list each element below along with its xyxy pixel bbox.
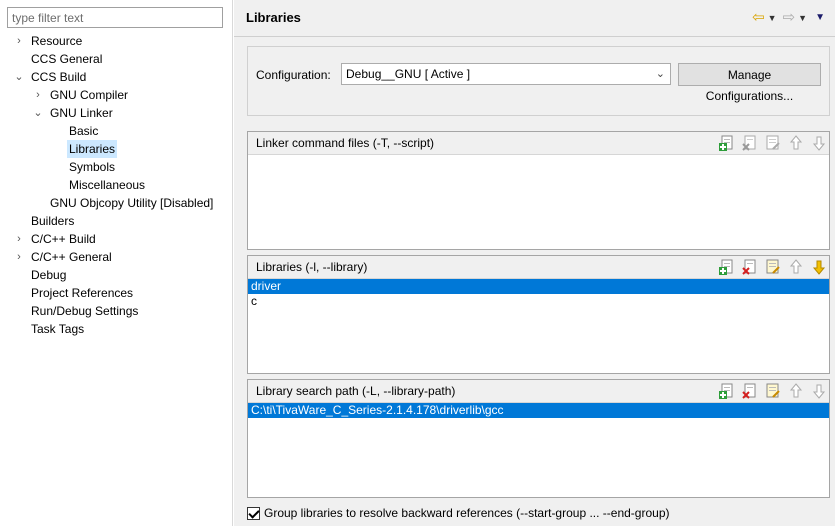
tree-item-label: CCS General	[31, 52, 103, 66]
tree-item[interactable]: Project References	[0, 284, 232, 302]
libraries-panel: Libraries (-l, --library) driver c	[247, 255, 830, 374]
forward-arrow-icon[interactable]: ⇨	[783, 9, 796, 27]
panel-title: Linker command files (-T, --script)	[256, 136, 435, 150]
tree-item-label: Libraries	[67, 140, 118, 158]
configuration-select[interactable]: Debug__GNU [ Active ] ⌄	[341, 63, 671, 85]
move-down-icon[interactable]	[811, 135, 827, 151]
tree-item[interactable]: Symbols	[0, 158, 232, 176]
view-menu-icon[interactable]: ▼	[815, 9, 825, 27]
chevron-down-icon[interactable]: ⌄	[31, 104, 45, 122]
tree-item[interactable]: Builders	[0, 212, 232, 230]
tree-item[interactable]: ⌄ GNU Linker	[0, 104, 232, 122]
configuration-value: Debug__GNU [ Active ]	[346, 67, 471, 81]
move-down-icon[interactable]	[811, 259, 827, 275]
chevron-down-icon[interactable]: ⌄	[12, 68, 26, 86]
linker-command-files-panel: Linker command files (-T, --script)	[247, 131, 830, 250]
delete-icon[interactable]	[742, 259, 758, 275]
tree-item-label: Run/Debug Settings	[31, 304, 139, 318]
panel-header: Linker command files (-T, --script)	[248, 132, 829, 155]
tree-item[interactable]: › Resource	[0, 32, 232, 50]
tree-item[interactable]: Libraries	[0, 140, 232, 158]
filter-input[interactable]	[7, 7, 223, 28]
libraries-list[interactable]: driver c	[248, 279, 829, 309]
tree-item[interactable]: Debug	[0, 266, 232, 284]
tree-item-label: Miscellaneous	[69, 178, 146, 192]
add-icon[interactable]	[719, 259, 735, 275]
panel-header: Library search path (-L, --library-path)	[248, 380, 829, 403]
tree-item-label: GNU Objcopy Utility [Disabled]	[50, 196, 214, 210]
properties-page: Libraries ⇦ ▼ ⇨ ▼ ▼ Configuration: Debug…	[234, 0, 835, 526]
tree-item[interactable]: › C/C++ General	[0, 248, 232, 266]
chevron-down-icon: ⌄	[655, 68, 665, 80]
settings-tree-pane: › Resource CCS General ⌄ CCS Build › GNU Compi…	[0, 0, 233, 526]
tree-item[interactable]: › C/C++ Build	[0, 230, 232, 248]
panel-toolbar	[712, 259, 827, 275]
move-up-icon[interactable]	[788, 383, 804, 399]
tree-item-label: C/C++ Build	[31, 232, 96, 246]
manage-configurations-button[interactable]: Manage Configurations...	[678, 63, 821, 103]
configuration-group: Configuration: Debug__GNU [ Active ] ⌄ M…	[247, 46, 830, 116]
panel-toolbar	[712, 383, 827, 399]
list-item[interactable]: driver	[248, 279, 829, 294]
tree-item[interactable]: CCS General	[0, 50, 232, 68]
list-item[interactable]: c	[248, 294, 829, 309]
chevron-right-icon[interactable]: ›	[31, 86, 45, 104]
panel-title: Library search path (-L, --library-path)	[256, 384, 456, 398]
back-dropdown-icon[interactable]: ▼	[768, 9, 777, 27]
tree-item[interactable]: GNU Objcopy Utility [Disabled]	[0, 194, 232, 212]
tree-item-label: C/C++ General	[31, 250, 112, 264]
move-down-icon[interactable]	[811, 383, 827, 399]
move-up-icon[interactable]	[788, 259, 804, 275]
edit-icon[interactable]	[765, 383, 781, 399]
chevron-right-icon[interactable]: ›	[12, 230, 26, 248]
tree-item-label: CCS Build	[31, 70, 87, 84]
tree-item-label: Project References	[31, 286, 134, 300]
edit-icon[interactable]	[765, 135, 781, 151]
settings-tree: › Resource CCS General ⌄ CCS Build › GNU Compi…	[0, 32, 232, 338]
tree-item[interactable]: Task Tags	[0, 320, 232, 338]
add-icon[interactable]	[719, 135, 735, 151]
tree-item[interactable]: Run/Debug Settings	[0, 302, 232, 320]
back-arrow-icon[interactable]: ⇦	[752, 9, 765, 27]
tree-item-label: GNU Compiler	[50, 88, 129, 102]
tree-item-label: Debug	[31, 268, 67, 282]
tree-item[interactable]: › GNU Compiler	[0, 86, 232, 104]
panel-title: Libraries (-l, --library)	[256, 260, 368, 274]
tree-item[interactable]: Basic	[0, 122, 232, 140]
tree-item[interactable]: Miscellaneous	[0, 176, 232, 194]
tree-item-label: Resource	[31, 34, 83, 48]
title-separator	[234, 36, 835, 37]
library-search-path-list[interactable]: C:\ti\TivaWare_C_Series-2.1.4.178\driver…	[248, 403, 829, 418]
configuration-label: Configuration:	[256, 68, 331, 82]
move-up-icon[interactable]	[788, 135, 804, 151]
tree-item-label: Basic	[69, 124, 99, 138]
tree-item-label: Builders	[31, 214, 75, 228]
page-navigation: ⇦ ▼ ⇨ ▼ ▼	[752, 8, 825, 28]
group-libraries-label: Group libraries to resolve backward refe…	[264, 506, 670, 520]
tree-item-label: Symbols	[69, 160, 116, 174]
add-icon[interactable]	[719, 383, 735, 399]
panel-header: Libraries (-l, --library)	[248, 256, 829, 279]
chevron-right-icon[interactable]: ›	[12, 32, 26, 50]
delete-icon[interactable]	[742, 383, 758, 399]
tree-item-label: Task Tags	[31, 322, 85, 336]
list-item[interactable]: C:\ti\TivaWare_C_Series-2.1.4.178\driver…	[248, 403, 829, 418]
delete-icon[interactable]	[742, 135, 758, 151]
chevron-right-icon[interactable]: ›	[12, 248, 26, 266]
checkbox-check-icon[interactable]	[247, 506, 260, 520]
forward-dropdown-icon[interactable]: ▼	[798, 9, 807, 27]
tree-item[interactable]: ⌄ CCS Build	[0, 68, 232, 86]
tree-item-label: GNU Linker	[50, 106, 113, 120]
panel-toolbar	[712, 135, 827, 151]
group-libraries-checkbox[interactable]: Group libraries to resolve backward refe…	[247, 505, 670, 521]
library-search-path-panel: Library search path (-L, --library-path)…	[247, 379, 830, 498]
page-title: Libraries	[246, 10, 301, 25]
edit-icon[interactable]	[765, 259, 781, 275]
